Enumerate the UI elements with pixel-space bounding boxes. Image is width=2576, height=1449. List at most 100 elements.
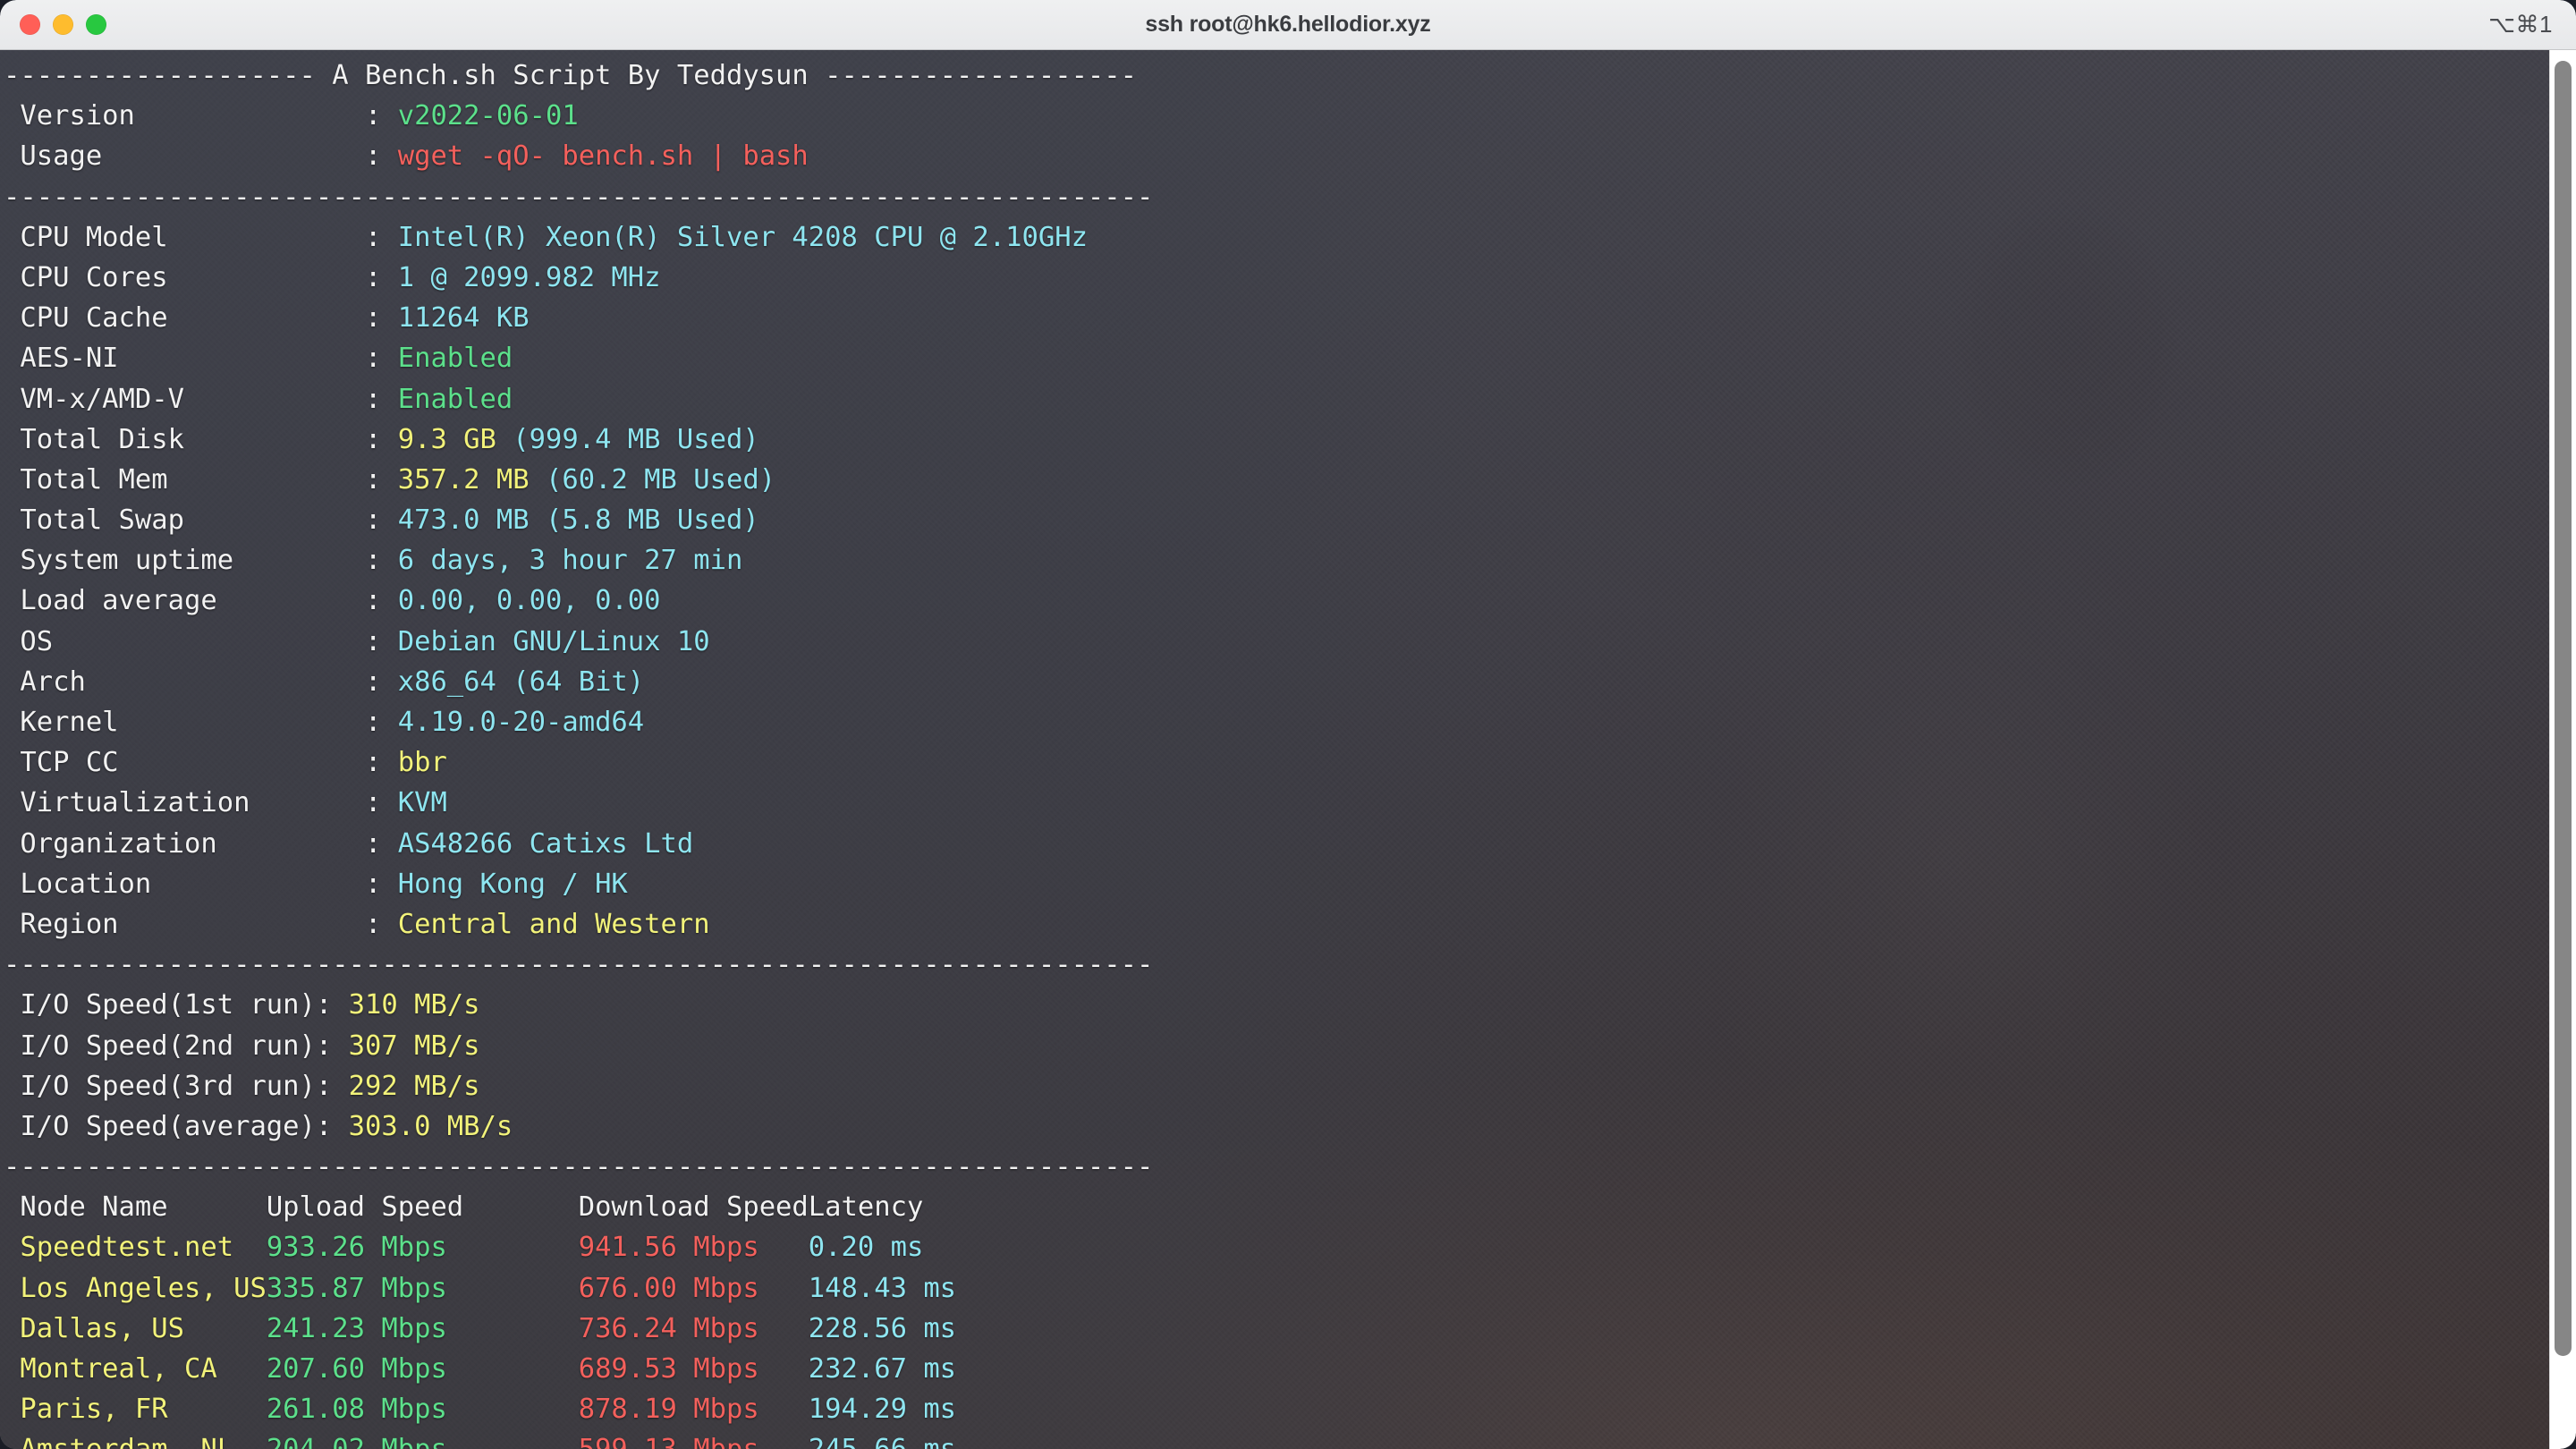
io-speed-row: I/O Speed(1st run): 310 MB/s (4, 985, 2576, 1025)
sysinfo-row-label: AES-NI (4, 343, 365, 375)
io-speed-row-value: 310 MB/s (348, 989, 480, 1021)
bench-script-header: ------------------- A Bench.sh Script By… (4, 60, 1138, 91)
sysinfo-row-label: VM-x/AMD-V (4, 383, 365, 415)
sysinfo-row-value: Hong Kong / HK (397, 868, 628, 900)
speedtest-latency: 232.67 ms (808, 1353, 957, 1385)
sysinfo-row-colon: : (364, 343, 398, 375)
scrollbar-thumb[interactable] (2555, 61, 2572, 1356)
minimize-window-button[interactable] (53, 14, 73, 35)
separator-middle: ----------------------------------------… (4, 949, 1154, 981)
speedtest-latency: 245.66 ms (809, 1434, 956, 1449)
speedtest-row: Speedtest.net 933.26 Mbps 941.56 Mbps 0.… (4, 1227, 2576, 1267)
sysinfo-row-value: KVM (397, 787, 447, 819)
sysinfo-row-value: Enabled (397, 383, 513, 415)
meta-row-colon: : (364, 100, 398, 132)
sysinfo-row-value: Enabled (397, 343, 513, 375)
meta-row-label: Version (4, 100, 365, 132)
sysinfo-row-colon: : (364, 585, 398, 617)
sysinfo-row-colon: : (364, 423, 398, 455)
sysinfo-row-colon: : (364, 868, 398, 900)
speedtest-node-name: Speedtest.net (4, 1232, 267, 1264)
sysinfo-row-label: Kernel (4, 707, 365, 738)
speedtest-row: Dallas, US 241.23 Mbps 736.24 Mbps 228.5… (4, 1309, 2576, 1349)
sysinfo-row-label: Arch (4, 665, 365, 698)
sysinfo-row-value: x86_64 (64 Bit) (397, 665, 645, 698)
sysinfo-row: TCP CC : bbr (4, 742, 2576, 783)
io-speed-row-label: I/O Speed(1st run) (4, 989, 316, 1021)
speedtest-download-speed: 878.19 Mbps (578, 1394, 809, 1426)
sysinfo-row-colon: : (364, 261, 398, 293)
speedtest-upload-speed: 933.26 Mbps (266, 1232, 579, 1264)
speedtest-latency: 0.20 ms (808, 1232, 924, 1264)
separator-line: ----------------------------------------… (4, 1147, 2576, 1187)
io-speed-row-colon: : (315, 1110, 349, 1142)
io-speed-row-colon: : (315, 1070, 349, 1102)
speedtest-upload-speed: 207.60 Mbps (266, 1353, 579, 1385)
sysinfo-row-colon: : (364, 747, 398, 779)
sysinfo-row-label: OS (4, 625, 365, 657)
separator-top: ----------------------------------------… (4, 181, 1154, 213)
speedtest-node-name: Dallas, US (4, 1312, 267, 1344)
meta-row: Version : v2022-06-01 (4, 96, 2576, 136)
sysinfo-row: Total Swap : 473.0 MB (5.8 MB Used) (4, 500, 2576, 540)
sysinfo-row-label: System uptime (4, 545, 365, 577)
speedtest-row: Paris, FR 261.08 Mbps 878.19 Mbps 194.29… (4, 1389, 2576, 1429)
sysinfo-row: CPU Model : Intel(R) Xeon(R) Silver 4208… (4, 217, 2576, 258)
keyboard-shortcut-indicator: ⌥⌘1 (2488, 11, 2553, 38)
sysinfo-row-colon: : (364, 908, 398, 940)
io-speed-row-colon: : (315, 989, 349, 1021)
meta-row-colon: : (364, 140, 398, 173)
speedtest-download-speed: 736.24 Mbps (578, 1312, 809, 1344)
vertical-scrollbar[interactable] (2549, 50, 2576, 1449)
speedtest-upload-speed: 241.23 Mbps (266, 1312, 579, 1344)
sysinfo-row-colon: : (364, 625, 398, 657)
terminal-header-line: ------------------- A Bench.sh Script By… (4, 55, 2576, 96)
meta-row-label: Usage (4, 140, 365, 173)
sysinfo-row-colon: : (364, 221, 398, 253)
sysinfo-row-colon: : (364, 665, 398, 698)
terminal-body[interactable]: ------------------- A Bench.sh Script By… (0, 50, 2576, 1449)
sysinfo-row-colon: : (364, 787, 398, 819)
speedtest-download-speed: 599.13 Mbps (579, 1434, 809, 1449)
sysinfo-row-label: Total Swap (4, 504, 365, 537)
separator-line: ----------------------------------------… (4, 177, 2576, 217)
sysinfo-row: Region : Central and Western (4, 904, 2576, 945)
column-header-latency: Latency (808, 1191, 924, 1224)
sysinfo-row-colon: : (364, 463, 398, 496)
io-speed-row-label: I/O Speed(2nd run) (4, 1030, 316, 1062)
speedtest-header-row: Node Name Upload Speed Download SpeedLat… (4, 1187, 2576, 1227)
sysinfo-row-value: 0.00, 0.00, 0.00 (397, 585, 661, 617)
sysinfo-row-colon: : (364, 383, 398, 415)
sysinfo-row: Total Mem : 357.2 MB (60.2 MB Used) (4, 460, 2576, 500)
sysinfo-row-colon: : (364, 504, 398, 537)
sysinfo-row-value: 9.3 GB (397, 423, 496, 455)
sysinfo-row: Total Disk : 9.3 GB (999.4 MB Used) (4, 419, 2576, 460)
sysinfo-row-colon: : (364, 302, 398, 335)
sysinfo-row-value: 11264 KB (397, 302, 530, 335)
maximize-window-button[interactable] (86, 14, 106, 35)
meta-row-value: wget -qO- bench.sh | bash (397, 140, 809, 173)
io-speed-row-label: I/O Speed(average) (4, 1110, 316, 1142)
window-titlebar[interactable]: ssh root@hk6.hellodior.xyz ⌥⌘1 (0, 0, 2576, 50)
speedtest-latency: 148.43 ms (808, 1272, 957, 1304)
sysinfo-row: Location : Hong Kong / HK (4, 864, 2576, 904)
terminal-output: ------------------- A Bench.sh Script By… (0, 50, 2576, 1449)
sysinfo-row-value: Debian GNU/Linux 10 (397, 625, 710, 657)
sysinfo-row-label: Total Mem (4, 463, 365, 496)
sysinfo-row-value: Intel(R) Xeon(R) Silver 4208 CPU @ 2.10G… (397, 221, 1088, 253)
sysinfo-row-label: CPU Cache (4, 302, 365, 335)
speedtest-node-name: Amsterdam, NL (4, 1434, 267, 1449)
io-speed-row-value: 307 MB/s (348, 1030, 480, 1062)
speedtest-node-name: Paris, FR (4, 1394, 267, 1426)
sysinfo-row-value: Central and Western (397, 908, 710, 940)
speedtest-node-name: Los Angeles, US (4, 1272, 267, 1304)
sysinfo-row: OS : Debian GNU/Linux 10 (4, 622, 2576, 662)
io-speed-row-colon: : (315, 1030, 349, 1062)
sysinfo-row: CPU Cache : 11264 KB (4, 298, 2576, 338)
sysinfo-row-label: Load average (4, 585, 365, 617)
sysinfo-row-colon: : (364, 545, 398, 577)
sysinfo-row-label: TCP CC (4, 747, 365, 779)
speedtest-upload-speed: 204.02 Mbps (267, 1434, 579, 1449)
sysinfo-row-label: Region (4, 908, 365, 940)
close-window-button[interactable] (20, 14, 40, 35)
